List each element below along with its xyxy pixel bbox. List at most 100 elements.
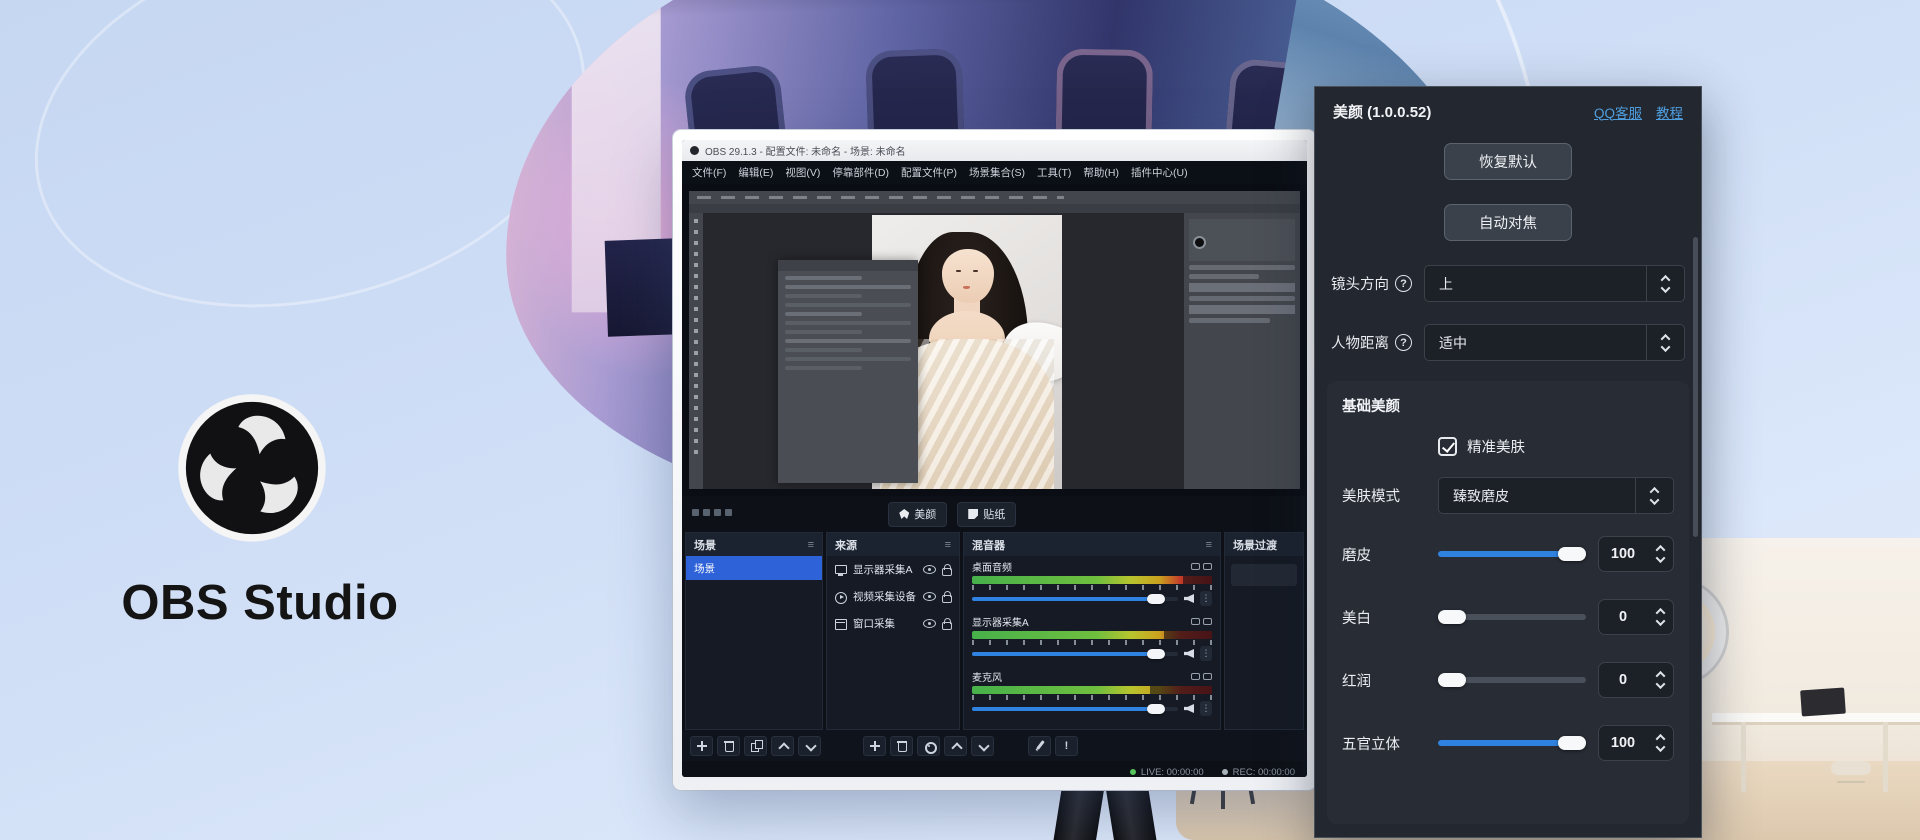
slider-track[interactable] xyxy=(1438,610,1586,624)
speaker-icon[interactable] xyxy=(1184,704,1194,713)
slider-value: 0 xyxy=(1599,609,1647,625)
lock-icon[interactable] xyxy=(942,622,952,630)
beauty-toolbar-button[interactable]: 美颜 xyxy=(888,502,947,527)
captured-photoshop-window xyxy=(689,191,1300,489)
restore-defaults-button[interactable]: 恢复默认 xyxy=(1444,143,1572,180)
source-label: 视频采集设备 xyxy=(853,589,917,604)
visibility-eye-icon[interactable] xyxy=(923,592,936,601)
help-icon[interactable]: ? xyxy=(1395,334,1412,351)
add-source-button[interactable] xyxy=(863,736,886,756)
spinner-arrows[interactable] xyxy=(1646,325,1684,360)
menu-item[interactable]: 插件中心(U) xyxy=(1125,165,1194,180)
transition-select[interactable] xyxy=(1231,564,1297,586)
slider-handle[interactable] xyxy=(1558,736,1586,750)
menu-item[interactable]: 场景集合(S) xyxy=(963,165,1031,180)
duplicate-scene-button[interactable] xyxy=(744,736,767,756)
qq-support-link[interactable]: QQ客服 xyxy=(1594,102,1642,122)
panel-scrollbar[interactable] xyxy=(1693,237,1698,537)
speaker-icon[interactable] xyxy=(1184,649,1194,658)
value-stepper[interactable]: 0 xyxy=(1598,662,1674,698)
obs-app-icon xyxy=(690,146,699,155)
stepper-arrows[interactable] xyxy=(1647,726,1673,760)
mixer-edit-button[interactable] xyxy=(1028,736,1051,756)
autofocus-button[interactable]: 自动对焦 xyxy=(1444,204,1572,241)
lock-icon[interactable] xyxy=(942,595,952,603)
volume-handle[interactable] xyxy=(1147,594,1165,604)
lock-icon[interactable] xyxy=(942,568,952,576)
precise-skin-checkbox-row[interactable]: 精准美肤 xyxy=(1438,436,1674,457)
scene-down-button[interactable] xyxy=(798,736,821,756)
channel-more-icon[interactable]: ⋮ xyxy=(1200,591,1212,606)
value-stepper[interactable]: 100 xyxy=(1598,536,1674,572)
source-properties-button[interactable] xyxy=(917,736,940,756)
dock-menu-icon[interactable]: ≡ xyxy=(808,539,814,551)
source-up-button[interactable] xyxy=(944,736,967,756)
channel-more-icon[interactable]: ⋮ xyxy=(1200,701,1212,716)
scenes-dock-header: 场景 ≡ xyxy=(686,533,822,556)
scene-up-button[interactable] xyxy=(771,736,794,756)
menu-item[interactable]: 文件(F) xyxy=(686,165,732,180)
menu-item[interactable]: 工具(T) xyxy=(1031,165,1077,180)
channel-more-icon[interactable]: ⋮ xyxy=(1200,646,1212,661)
stepper-arrows[interactable] xyxy=(1647,600,1673,634)
checkbox-checked-icon[interactable] xyxy=(1438,437,1457,456)
menu-item[interactable]: 帮助(H) xyxy=(1077,165,1125,180)
skin-mode-select[interactable]: 臻致磨皮 xyxy=(1438,477,1674,514)
slider-handle[interactable] xyxy=(1438,610,1466,624)
volume-slider[interactable]: ⋮ xyxy=(972,646,1212,661)
volume-handle[interactable] xyxy=(1147,704,1165,714)
obs-logo-icon xyxy=(176,392,328,544)
menu-item[interactable]: 编辑(E) xyxy=(732,165,779,180)
audio-level-meter xyxy=(972,576,1212,584)
slider-track[interactable] xyxy=(1438,736,1586,750)
source-item[interactable]: 视频采集设备 xyxy=(827,583,959,610)
dropdown-select[interactable]: 适中 xyxy=(1424,324,1685,361)
source-item[interactable]: 窗口采集 xyxy=(827,610,959,637)
beauty-slider-row: 五官立体 100 xyxy=(1342,725,1674,761)
menu-item[interactable]: 配置文件(P) xyxy=(895,165,963,180)
dock-menu-icon[interactable]: ≡ xyxy=(945,539,951,551)
selected-value: 适中 xyxy=(1425,333,1646,353)
visibility-eye-icon[interactable] xyxy=(923,619,936,628)
add-scene-button[interactable] xyxy=(690,736,713,756)
sources-dock-title: 来源 xyxy=(835,537,857,553)
visibility-eye-icon[interactable] xyxy=(923,565,936,574)
channel-icons[interactable] xyxy=(1191,618,1212,625)
volume-slider[interactable]: ⋮ xyxy=(972,701,1212,716)
sticker-toolbar-button[interactable]: 贴纸 xyxy=(957,502,1016,527)
ps-toolbox xyxy=(689,213,703,489)
slider-track[interactable] xyxy=(1438,673,1586,687)
source-down-button[interactable] xyxy=(971,736,994,756)
live-time: LIVE: 00:00:00 xyxy=(1141,767,1204,778)
slider-handle[interactable] xyxy=(1558,547,1586,561)
scene-item-selected[interactable]: 场景 xyxy=(686,556,822,580)
field-label: 镜头方向 xyxy=(1331,273,1389,294)
selected-value: 臻致磨皮 xyxy=(1439,486,1635,506)
spinner-arrows[interactable] xyxy=(1635,478,1673,513)
slider-label: 美白 xyxy=(1342,607,1438,628)
tutorial-link[interactable]: 教程 xyxy=(1656,102,1683,122)
volume-slider[interactable]: ⋮ xyxy=(972,591,1212,606)
source-item[interactable]: 显示器采集A xyxy=(827,556,959,583)
menu-item[interactable]: 停靠部件(D) xyxy=(826,165,895,180)
value-stepper[interactable]: 100 xyxy=(1598,725,1674,761)
dock-menu-icon[interactable]: ≡ xyxy=(1206,539,1212,551)
speaker-icon[interactable] xyxy=(1184,594,1194,603)
slider-track[interactable] xyxy=(1438,547,1586,561)
remove-scene-button[interactable] xyxy=(717,736,740,756)
mixer-alert-button[interactable]: ! xyxy=(1055,736,1078,756)
stepper-arrows[interactable] xyxy=(1647,537,1673,571)
spinner-arrows[interactable] xyxy=(1646,266,1684,301)
channel-icons[interactable] xyxy=(1191,673,1212,680)
volume-handle[interactable] xyxy=(1147,649,1165,659)
remove-source-button[interactable] xyxy=(890,736,913,756)
stepper-arrows[interactable] xyxy=(1647,663,1673,697)
dropdown-select[interactable]: 上 xyxy=(1424,265,1685,302)
value-stepper[interactable]: 0 xyxy=(1598,599,1674,635)
slider-handle[interactable] xyxy=(1438,673,1466,687)
help-icon[interactable]: ? xyxy=(1395,275,1412,292)
menu-item[interactable]: 视图(V) xyxy=(779,165,826,180)
studio-laptop xyxy=(1800,687,1846,716)
channel-icons[interactable] xyxy=(1191,563,1212,570)
live-status: LIVE: 00:00:00 xyxy=(1130,767,1204,778)
